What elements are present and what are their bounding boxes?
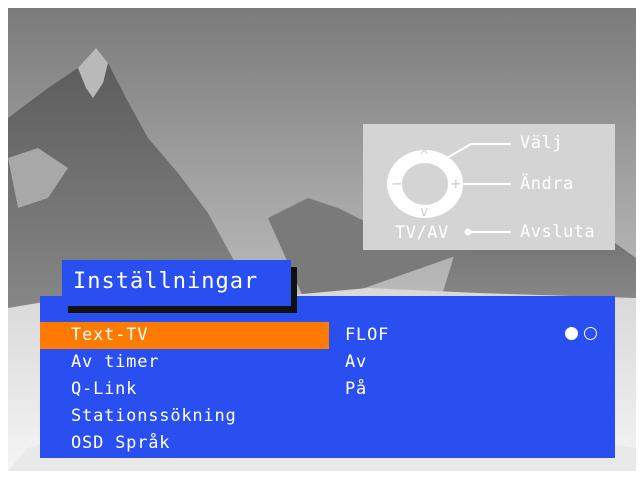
up-arrow-icon: ^ [420, 148, 429, 164]
select-label: Välj [520, 133, 563, 153]
tv-screen: ^ v − + Välj Ändra TV/AV Avsluta Text-TV… [8, 8, 636, 471]
exit-key-label: TV/AV [395, 223, 449, 243]
menu-title-box: Inställningar [62, 260, 291, 306]
menu-item-osd-language[interactable]: OSD Språk [71, 433, 170, 453]
value-q-link[interactable]: På [345, 379, 367, 399]
settings-menu: Text-TV FLOF Av timer Av Q-Link På Stati… [40, 296, 615, 458]
menu-item-q-link[interactable]: Q-Link [71, 379, 137, 399]
help-panel: ^ v − + Välj Ändra TV/AV Avsluta [363, 124, 615, 250]
exit-label: Avsluta [520, 222, 596, 242]
down-arrow-icon: v [420, 204, 429, 220]
menu-title: Inställningar [73, 269, 259, 294]
change-label: Ändra [520, 174, 574, 194]
minus-icon: − [392, 174, 403, 193]
value-text-tv[interactable]: FLOF [345, 325, 389, 345]
filled-dot-icon [565, 327, 578, 340]
menu-item-text-tv[interactable]: Text-TV [71, 325, 148, 345]
menu-item-off-timer[interactable]: Av timer [71, 352, 159, 372]
value-off-timer[interactable]: Av [345, 352, 367, 372]
empty-dot-icon [584, 327, 597, 340]
plus-icon: + [451, 174, 462, 193]
menu-item-station-search[interactable]: Stationssökning [71, 406, 237, 426]
